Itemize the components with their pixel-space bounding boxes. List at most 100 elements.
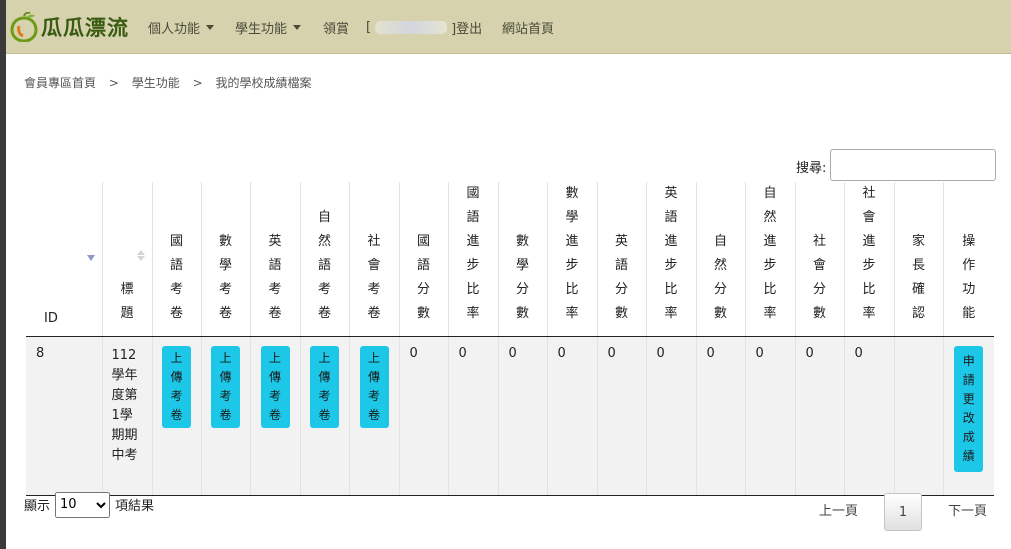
col-header-label: 數學進步比率	[565, 186, 579, 321]
col-chinese-score[interactable]: 國語分數	[398, 182, 448, 337]
col-header-label: 自然進步比率	[763, 186, 777, 321]
pagination: 上一頁 1 下一頁	[805, 493, 1001, 531]
col-english-score[interactable]: 英語分數	[596, 182, 646, 337]
col-header-label: 自然分數	[713, 234, 727, 321]
label-char: 傳	[318, 370, 331, 384]
upload-english-exam-button[interactable]: 上傳考卷	[260, 346, 290, 428]
label-char: 傳	[219, 370, 232, 384]
col-id[interactable]: ID	[26, 182, 102, 337]
upload-label: 上傳考卷	[360, 349, 389, 425]
col-header-label: 社會分數	[812, 234, 826, 321]
upload-label: 上傳考卷	[162, 349, 191, 425]
top-navbar: 瓜瓜漂流 個人功能 學生功能 領賞 [ ]登出 網站首頁	[6, 0, 1011, 54]
cell-chinese-exam: 上傳考卷	[151, 336, 201, 496]
current-page-button[interactable]: 1	[883, 493, 922, 531]
brand-logo[interactable]: 瓜瓜漂流	[10, 10, 129, 44]
col-header-label: 社會進步比率	[862, 186, 876, 321]
brand-name: 瓜瓜漂流	[41, 15, 129, 40]
label-char: 申	[962, 354, 975, 368]
col-header-label: 國語分數	[416, 234, 430, 321]
cell-social-exam: 上傳考卷	[348, 336, 399, 496]
col-parent-confirm[interactable]: 家長確認	[893, 182, 943, 337]
col-header-label: 自然語考卷	[317, 210, 331, 321]
label-char: 上	[318, 351, 331, 365]
col-math-exam[interactable]: 數學考卷	[200, 182, 250, 337]
nav-reward-link[interactable]: 領賞	[323, 0, 349, 54]
show-label: 顯示	[24, 499, 51, 514]
label-char: 卷	[268, 408, 281, 422]
breadcrumb-member-home[interactable]: 會員專區首頁	[24, 76, 96, 90]
col-header-label: 國語考卷	[169, 234, 183, 321]
upload-math-exam-button[interactable]: 上傳考卷	[211, 346, 240, 428]
cell-english-score: 0	[596, 336, 646, 496]
page-length-control: 顯示 10 項結果	[24, 490, 154, 519]
nav-personal-dropdown[interactable]: 個人功能	[148, 0, 215, 54]
nav-student-label: 學生功能	[235, 21, 288, 37]
label-char: 改	[962, 411, 975, 425]
cell-social-progress: 0	[843, 336, 894, 496]
melon-logo-icon	[10, 12, 38, 42]
col-header-label: 英語考卷	[268, 234, 282, 321]
browser-page: 瓜瓜漂流 個人功能 學生功能 領賞 [ ]登出 網站首頁 會員專區首頁 > 學生…	[6, 0, 1011, 549]
col-english-progress[interactable]: 英語進步比率	[645, 182, 696, 337]
page-size-select[interactable]: 10	[55, 491, 111, 518]
breadcrumb-separator: >	[108, 76, 119, 90]
search-label: 搜尋:	[796, 161, 827, 176]
upload-chinese-exam-button[interactable]: 上傳考卷	[162, 346, 191, 428]
cell-math-progress: 0	[546, 336, 597, 496]
label-char: 請	[962, 373, 975, 387]
request-score-change-button[interactable]: 申請更改成績	[954, 346, 984, 472]
search-input[interactable]	[830, 149, 996, 181]
col-header-label: 操作功能	[962, 234, 976, 321]
cell-parent-confirm	[893, 336, 943, 496]
table-row: 8 112學年度第1學期期中考 上傳考卷 上傳考卷 上傳考卷 上傳考卷 上傳考卷…	[26, 336, 994, 496]
breadcrumb-student[interactable]: 學生功能	[132, 76, 180, 90]
scores-table: ID 標題 國語考卷 數學考卷 英語考卷 自然語考卷 社會考卷 國語分數 國語進…	[26, 182, 994, 496]
col-math-progress[interactable]: 數學進步比率	[546, 182, 597, 337]
col-header-label: 家長確認	[911, 234, 925, 321]
col-header-label: 數學分數	[515, 234, 529, 321]
nav-logout-label[interactable]: ]登出	[451, 18, 482, 37]
next-page-button[interactable]: 下一頁	[934, 493, 1001, 531]
label-char: 成	[962, 430, 975, 444]
upload-science-exam-button[interactable]: 上傳考卷	[310, 346, 339, 428]
blurred-username	[375, 20, 448, 34]
col-english-exam[interactable]: 英語考卷	[249, 182, 300, 337]
cell-social-score: 0	[794, 336, 844, 496]
cell-science-progress: 0	[744, 336, 795, 496]
col-chinese-exam[interactable]: 國語考卷	[151, 182, 201, 337]
label-char: 考	[170, 389, 183, 403]
col-title[interactable]: 標題	[101, 182, 152, 337]
col-science-exam[interactable]: 自然語考卷	[299, 182, 349, 337]
caret-down-icon	[293, 24, 302, 30]
nav-home-link[interactable]: 網站首頁	[502, 0, 554, 54]
cell-chinese-score: 0	[398, 336, 448, 496]
col-header-label: 英語進步比率	[664, 186, 678, 321]
caret-down-icon	[206, 24, 215, 30]
col-math-score[interactable]: 數學分數	[497, 182, 547, 337]
col-science-progress[interactable]: 自然進步比率	[744, 182, 795, 337]
col-social-score[interactable]: 社會分數	[794, 182, 844, 337]
upload-label: 上傳考卷	[211, 349, 240, 425]
prev-page-button[interactable]: 上一頁	[805, 493, 872, 531]
col-chinese-progress[interactable]: 國語進步比率	[447, 182, 498, 337]
label-char: 傳	[268, 370, 281, 384]
upload-social-exam-button[interactable]: 上傳考卷	[359, 346, 389, 428]
col-social-exam[interactable]: 社會考卷	[348, 182, 399, 337]
label-char: 績	[962, 449, 975, 463]
col-header-label: 社會考卷	[367, 234, 381, 321]
upload-label: 上傳考卷	[261, 349, 290, 425]
nav-user-logout[interactable]: [ ]登出	[366, 0, 482, 54]
label-char: 上	[268, 351, 281, 365]
sort-desc-icon	[86, 255, 95, 261]
col-social-progress[interactable]: 社會進步比率	[843, 182, 894, 337]
col-actions[interactable]: 操作功能	[942, 182, 994, 337]
col-header-label: 國語進步比率	[466, 186, 480, 321]
nav-student-dropdown[interactable]: 學生功能	[235, 0, 302, 54]
label-char: 傳	[170, 370, 183, 384]
col-science-score[interactable]: 自然分數	[695, 182, 745, 337]
nav-reward-label: 領賞	[323, 21, 350, 37]
cell-id: 8	[26, 336, 102, 496]
action-label: 申請更改成績	[954, 352, 983, 466]
breadcrumb-separator: >	[192, 76, 203, 90]
